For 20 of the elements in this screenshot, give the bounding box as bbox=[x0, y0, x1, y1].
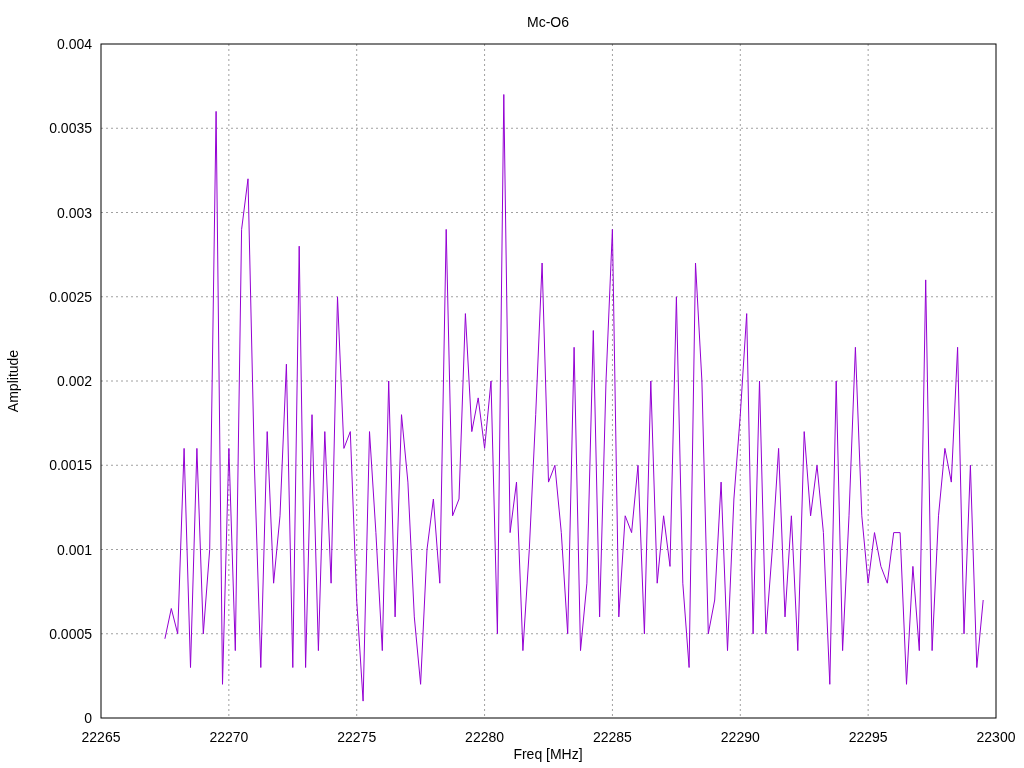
y-axis-label: Amplitude bbox=[5, 349, 21, 413]
y-tick-label: 0.002 bbox=[56, 373, 92, 389]
x-tick-label: 22290 bbox=[720, 729, 760, 745]
y-tick-label: 0.004 bbox=[56, 36, 92, 52]
y-tick-label: 0.0015 bbox=[49, 457, 92, 474]
x-tick-label: 22295 bbox=[848, 729, 888, 745]
y-tick-label: 0.003 bbox=[56, 204, 92, 221]
y-tick-label: 0.0025 bbox=[49, 288, 92, 305]
x-tick-label: 22280 bbox=[465, 729, 505, 745]
x-tick-label: 22265 bbox=[81, 729, 121, 745]
chart-title: Mc-O6 bbox=[527, 14, 569, 30]
x-tick-label: 22270 bbox=[209, 729, 249, 745]
x-tick-label: 22300 bbox=[976, 729, 1016, 745]
y-tick-label: 0.001 bbox=[56, 541, 92, 558]
y-tick-label: 0.0005 bbox=[49, 625, 92, 642]
x-tick-label: 22275 bbox=[337, 729, 377, 745]
y-tick-label: 0.0035 bbox=[49, 120, 92, 137]
y-tick-label: 0 bbox=[84, 710, 92, 726]
x-axis-label: Freq [MHz] bbox=[513, 746, 583, 762]
x-tick-label: 22285 bbox=[592, 729, 632, 745]
